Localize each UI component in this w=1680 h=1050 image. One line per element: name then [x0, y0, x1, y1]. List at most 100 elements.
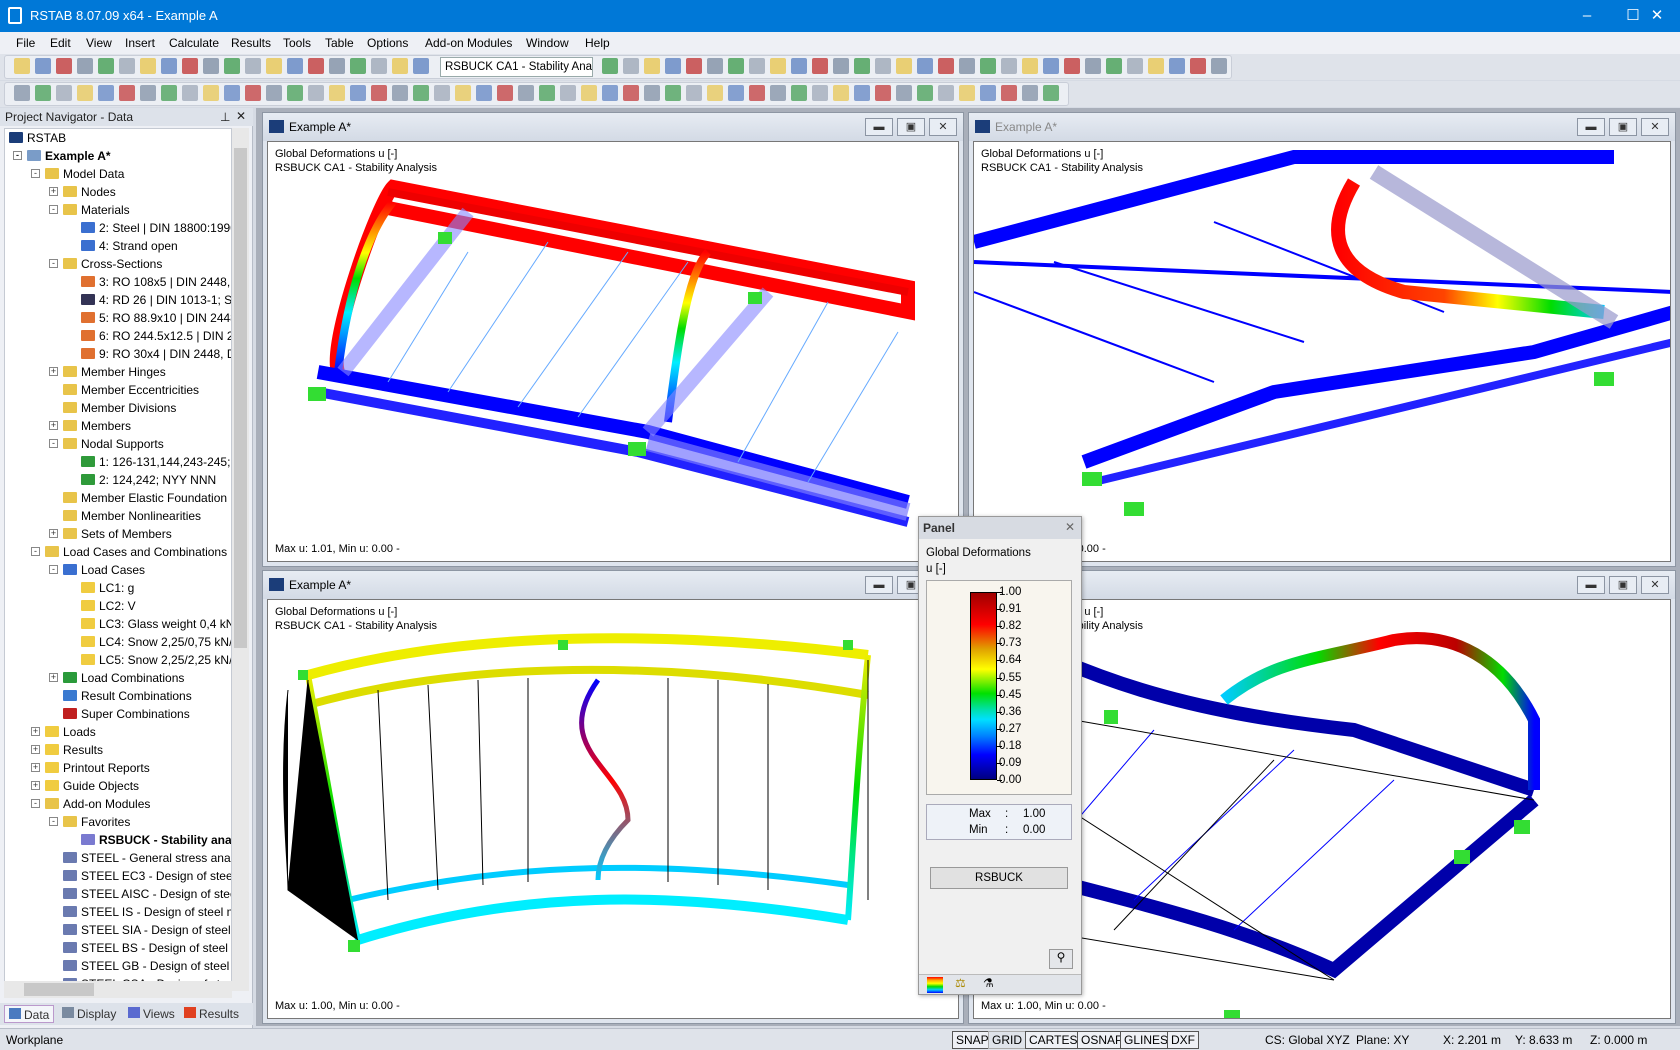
- toolbar-icon[interactable]: [203, 58, 219, 74]
- toolbar-icon[interactable]: [1190, 58, 1206, 74]
- toolbar-icon[interactable]: [833, 58, 849, 74]
- toolbar-icon[interactable]: [707, 85, 723, 101]
- tree-item[interactable]: STEEL GB - Design of steel r: [63, 957, 231, 975]
- toolbar-icon[interactable]: [1211, 58, 1227, 74]
- status-toggle-grid[interactable]: GRID: [988, 1031, 1026, 1049]
- toolbar-icon[interactable]: [938, 85, 954, 101]
- view-minimize-button[interactable]: ▬: [865, 576, 893, 594]
- tree-item[interactable]: STEEL - General stress analy: [63, 849, 231, 867]
- status-toggle-dxf[interactable]: DXF: [1167, 1031, 1199, 1049]
- toolbar-icon[interactable]: [812, 85, 828, 101]
- tree-item[interactable]: Member Eccentricities: [63, 381, 199, 399]
- toolbar-icon[interactable]: [1064, 58, 1080, 74]
- expand-toggle-icon[interactable]: +: [31, 781, 40, 790]
- nav-tab-views[interactable]: Views: [124, 1005, 179, 1023]
- tree-item[interactable]: LC2: V: [81, 597, 136, 615]
- tree-item[interactable]: 6: RO 244.5x12.5 | DIN 24: [81, 327, 231, 345]
- toolbar-icon[interactable]: [644, 58, 660, 74]
- expand-toggle-icon[interactable]: -: [31, 169, 40, 178]
- view-window-titlebar[interactable]: Example A*▬▣✕: [969, 113, 1675, 141]
- toolbar-icon[interactable]: [770, 58, 786, 74]
- menu-edit[interactable]: Edit: [50, 36, 71, 50]
- toolbar-icon[interactable]: [581, 85, 597, 101]
- tree-item[interactable]: + Members: [49, 417, 131, 435]
- view-window-titlebar[interactable]: Example A*▬▣✕: [263, 571, 963, 599]
- view-restore-button[interactable]: ▣: [1609, 118, 1637, 136]
- toolbar-icon[interactable]: [854, 58, 870, 74]
- tree-item[interactable]: 2: Steel | DIN 18800:1990: [81, 219, 231, 237]
- view-close-button[interactable]: ✕: [1641, 576, 1669, 594]
- status-toggle-cartes[interactable]: CARTES: [1025, 1031, 1082, 1049]
- toolbar-icon[interactable]: [203, 85, 219, 101]
- toolbar-icon[interactable]: [623, 85, 639, 101]
- toolbar-icon[interactable]: [224, 58, 240, 74]
- tree-item[interactable]: 2: 124,242; NYY NNN: [81, 471, 216, 489]
- toolbar-icon[interactable]: [1001, 58, 1017, 74]
- toolbar-icon[interactable]: [917, 58, 933, 74]
- viewport-3d[interactable]: Global Deformations u [-] RSBUCK CA1 - St…: [267, 141, 959, 562]
- toolbar-icon[interactable]: [812, 58, 828, 74]
- toolbar-icon[interactable]: [140, 85, 156, 101]
- tree-item[interactable]: - Add-on Modules: [31, 795, 150, 813]
- toolbar-icon[interactable]: [917, 85, 933, 101]
- tree-item[interactable]: STEEL EC3 - Design of steel: [63, 867, 231, 885]
- toolbar-icon[interactable]: [287, 58, 303, 74]
- toolbar-icon[interactable]: [119, 58, 135, 74]
- toolbar-icon[interactable]: [476, 85, 492, 101]
- toolbar-icon[interactable]: [329, 85, 345, 101]
- toolbar-icon[interactable]: [77, 58, 93, 74]
- toolbar-icon[interactable]: [245, 85, 261, 101]
- tree-item[interactable]: STEEL SIA - Design of steel r: [63, 921, 231, 939]
- toolbar-icon[interactable]: [602, 85, 618, 101]
- tree-item[interactable]: + Sets of Members: [49, 525, 172, 543]
- tree-item[interactable]: LC1: g: [81, 579, 134, 597]
- tree-item[interactable]: + Member Hinges: [49, 363, 166, 381]
- toolbar-icon[interactable]: [140, 58, 156, 74]
- menu-view[interactable]: View: [86, 36, 112, 50]
- viewport-3d[interactable]: Global Deformations u [-] RSBUCK CA1 - St…: [973, 141, 1671, 562]
- tree-item[interactable]: LC5: Snow 2,25/2,25 kN/: [81, 651, 231, 669]
- tree-item[interactable]: - Nodal Supports: [49, 435, 164, 453]
- toolbar-icon[interactable]: [1085, 58, 1101, 74]
- vertical-scrollbar[interactable]: [232, 128, 249, 991]
- toolbar-icon[interactable]: [413, 85, 429, 101]
- toolbar-icon[interactable]: [707, 58, 723, 74]
- tree-item[interactable]: - Favorites: [49, 813, 130, 831]
- tree-item[interactable]: + Printout Reports: [31, 759, 150, 777]
- menu-results[interactable]: Results: [231, 36, 271, 50]
- toolbar-icon[interactable]: [35, 85, 51, 101]
- toolbar-icon[interactable]: [182, 58, 198, 74]
- tree-item[interactable]: STEEL IS - Design of steel m: [63, 903, 231, 921]
- horizontal-scrollbar[interactable]: [4, 981, 232, 998]
- expand-toggle-icon[interactable]: +: [31, 763, 40, 772]
- zoom-legend-icon[interactable]: ⚲: [1049, 949, 1073, 969]
- toolbar-icon[interactable]: [1043, 85, 1059, 101]
- toolbar-icon[interactable]: [350, 85, 366, 101]
- toolbar-icon[interactable]: [119, 85, 135, 101]
- toolbar-icon[interactable]: [266, 85, 282, 101]
- toolbar-icon[interactable]: [602, 58, 618, 74]
- tree-item[interactable]: - Model Data: [31, 165, 124, 183]
- expand-toggle-icon[interactable]: +: [31, 745, 40, 754]
- toolbar-icon[interactable]: [1022, 58, 1038, 74]
- view-window-titlebar[interactable]: Example A*▬▣✕: [263, 113, 963, 141]
- tree-item[interactable]: 5: RO 88.9x10 | DIN 2448,: [81, 309, 231, 327]
- toolbar-icon[interactable]: [644, 85, 660, 101]
- expand-toggle-icon[interactable]: -: [49, 565, 58, 574]
- panel-close-icon[interactable]: ✕: [1065, 520, 1075, 534]
- toolbar-icon[interactable]: [749, 58, 765, 74]
- toolbar-icon[interactable]: [875, 58, 891, 74]
- load-case-combo[interactable]: RSBUCK CA1 - Stability Ana: [440, 57, 593, 77]
- toolbar-icon[interactable]: [959, 58, 975, 74]
- toolbar-icon[interactable]: [728, 58, 744, 74]
- tree-item[interactable]: + Guide Objects: [31, 777, 139, 795]
- toolbar-icon[interactable]: [686, 58, 702, 74]
- tree-item[interactable]: + Loads: [31, 723, 96, 741]
- menu-table[interactable]: Table: [325, 36, 354, 50]
- toolbar-icon[interactable]: [392, 85, 408, 101]
- tree-item[interactable]: LC3: Glass weight 0,4 kN: [81, 615, 231, 633]
- toolbar-icon[interactable]: [287, 85, 303, 101]
- toolbar-icon[interactable]: [245, 58, 261, 74]
- nav-tab-display[interactable]: Display: [58, 1005, 120, 1023]
- toolbar-icon[interactable]: [791, 85, 807, 101]
